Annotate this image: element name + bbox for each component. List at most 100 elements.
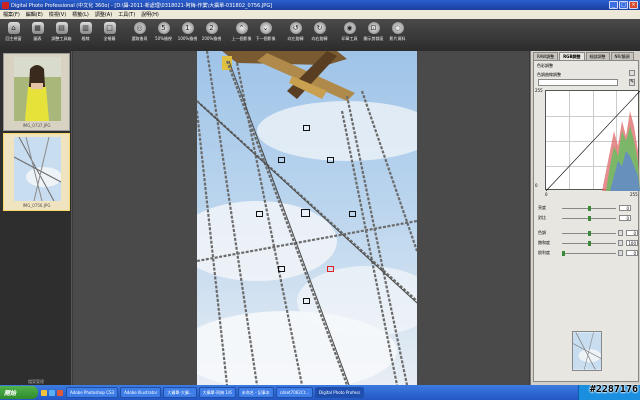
histogram-curve-svg <box>546 91 640 191</box>
zoom-100-button[interactable]: 1 100%檢視 <box>176 19 199 49</box>
menu-label[interactable]: 標籤(L) <box>69 11 92 18</box>
slider-track[interactable] <box>562 215 616 221</box>
crop-button[interactable]: ⊡ 顯示剪裁區 <box>362 19 385 49</box>
slider-value[interactable]: 0 <box>626 250 638 256</box>
reset-button[interactable] <box>618 240 623 246</box>
menu-tools[interactable]: 工具(T) <box>115 11 138 18</box>
select-icon: ◎ <box>133 22 146 34</box>
palette-tabs: RAW調整 RGB調整 細部調整 NR/鏡頭 <box>531 52 640 60</box>
slider-track[interactable] <box>562 240 616 246</box>
slider-brightness[interactable]: 亮度 0 <box>538 204 638 212</box>
tab-detail[interactable]: 細部調整 <box>585 52 610 60</box>
menu-help[interactable]: 說明(H) <box>138 11 162 18</box>
curve-reset-button[interactable] <box>629 70 635 76</box>
taskbar-item[interactable]: 未命名 - 記事本 <box>237 387 274 398</box>
taskbar-item[interactable]: Adobe Photoshop CS3 <box>66 387 119 398</box>
prev-image-button[interactable]: ⌃ 上一個影像 <box>230 19 253 49</box>
grid-view-button[interactable]: ▦ 圖表 <box>26 19 49 49</box>
rotate-right-icon: ↻ <box>313 22 326 34</box>
slider-hue[interactable]: 色調 0 <box>538 229 638 237</box>
taskbar-item-active[interactable]: Digital Photo Profess <box>315 387 365 398</box>
fullscreen-button[interactable]: □ 全螢幕 <box>98 19 121 49</box>
slider-knob[interactable] <box>562 250 565 256</box>
rotate-left-button[interactable]: ↺ 向左旋轉 <box>284 19 307 49</box>
zoom-50-button[interactable]: 5 50%檢視 <box>152 19 175 49</box>
slider-value[interactable]: 0 <box>619 215 631 221</box>
toolbar: ⌂ 回主視窗 ▦ 圖表 ▤ 調整工具箱 ▥ 格線 □ 全螢幕 ◎ 選取後再 5 50%檢視 1… <box>0 19 640 51</box>
toolbox-button[interactable]: ▤ 調整工具箱 <box>50 19 73 49</box>
curve-channel-select[interactable] <box>538 79 618 86</box>
thumbnail-item[interactable]: IMG_0737.JPG <box>3 53 70 131</box>
zoom-100-icon: 1 <box>181 22 194 34</box>
taskbar-item[interactable]: 大攝單-阿梅 1/6 <box>198 387 236 398</box>
close-button[interactable]: × <box>629 1 638 9</box>
select-button[interactable]: ◎ 選取後再 <box>128 19 151 49</box>
menu-view[interactable]: 檢視(V) <box>46 11 69 18</box>
zoom-200-button[interactable]: 2 200%檢視 <box>200 19 223 49</box>
taskbar-item[interactable]: 大攝單-大攝... <box>163 387 197 398</box>
menu-file[interactable]: 檔案(F) <box>0 11 23 18</box>
curve-axis-top: 255 <box>535 88 543 93</box>
slider-contrast[interactable]: 對比 0 <box>538 214 638 222</box>
af-point <box>349 211 356 217</box>
info-button[interactable]: ◌ 影片資料 <box>386 19 409 49</box>
af-point-center <box>301 209 310 217</box>
slider-sharpness[interactable]: 銳利度 0 <box>538 249 638 257</box>
menu-edit[interactable]: 編輯(E) <box>23 11 46 18</box>
slider-knob[interactable] <box>588 230 591 236</box>
slider-track[interactable] <box>562 205 616 211</box>
navigator-preview[interactable] <box>572 331 602 371</box>
start-button[interactable]: 開始 <box>0 386 38 399</box>
rotate-right-button[interactable]: ↻ 向右旋轉 <box>308 19 331 49</box>
af-point <box>256 211 263 217</box>
taskbar-item[interactable]: Adobe Illustrator <box>120 387 162 398</box>
reset-button[interactable] <box>618 250 623 256</box>
tone-curve-graph[interactable] <box>545 90 640 191</box>
af-point <box>327 157 334 163</box>
slider-track[interactable] <box>562 230 616 236</box>
watermark-text: #2287176 <box>589 384 638 395</box>
stamp-button[interactable]: ◉ 印章工具 <box>338 19 361 49</box>
reset-button[interactable] <box>618 230 623 236</box>
image-viewer[interactable] <box>73 51 529 385</box>
tab-rgb[interactable]: RGB調整 <box>559 52 585 60</box>
tab-raw[interactable]: RAW調整 <box>533 52 559 60</box>
slider-value[interactable]: 100 <box>626 240 638 246</box>
home-icon: ⌂ <box>7 22 20 34</box>
section-title: 色彩調整 <box>537 63 553 68</box>
ferris-wheel-chains-image <box>197 51 417 385</box>
quick-launch-icon[interactable] <box>41 389 47 396</box>
next-image-button[interactable]: ⌄ 下一個影像 <box>254 19 277 49</box>
thumbnail-item-selected[interactable]: IMG_0756.JPG <box>3 133 70 211</box>
zoom-50-icon: 5 <box>157 22 170 34</box>
quick-launch <box>41 389 63 396</box>
thumbnail-portrait-image <box>14 57 61 121</box>
menu-bar: 檔案(F) 編輯(E) 檢視(V) 標籤(L) 調整(A) 工具(T) 說明(H… <box>0 10 640 19</box>
tab-nr-lens[interactable]: NR/鏡頭 <box>610 52 634 60</box>
curve-max-value: 255 <box>630 192 638 197</box>
menu-adjust[interactable]: 調整(A) <box>92 11 115 18</box>
taskbar-item[interactable]: cdset7062Ct... <box>275 387 314 398</box>
slider-knob[interactable] <box>588 240 591 246</box>
slider-knob[interactable] <box>588 205 591 211</box>
minimize-button[interactable]: _ <box>609 1 618 9</box>
main-photo[interactable] <box>197 51 417 385</box>
slider-knob[interactable] <box>588 215 591 221</box>
gridline-button[interactable]: ▥ 格線 <box>74 19 97 49</box>
zoom-200-icon: 2 <box>205 22 218 34</box>
thumbnail-caption: IMG_0737.JPG <box>22 123 51 128</box>
quick-launch-icon[interactable] <box>49 389 55 396</box>
maximize-button[interactable]: □ <box>619 1 628 9</box>
title-bar: Digital Photo Professional (中文化 360o) - … <box>0 0 640 10</box>
slider-value[interactable]: 0 <box>626 230 638 236</box>
af-point <box>303 298 310 304</box>
eyedropper-icon[interactable]: ✎ <box>629 79 635 86</box>
slider-track[interactable] <box>562 250 616 256</box>
slider-value[interactable]: 0 <box>619 205 631 211</box>
fullscreen-icon: □ <box>103 22 116 34</box>
home-button[interactable]: ⌂ 回主視窗 <box>2 19 25 49</box>
af-point <box>303 125 310 131</box>
gridline-icon: ▥ <box>79 22 92 34</box>
quick-launch-icon[interactable] <box>57 389 63 396</box>
slider-saturation[interactable]: 飽和度 100 <box>538 239 638 247</box>
